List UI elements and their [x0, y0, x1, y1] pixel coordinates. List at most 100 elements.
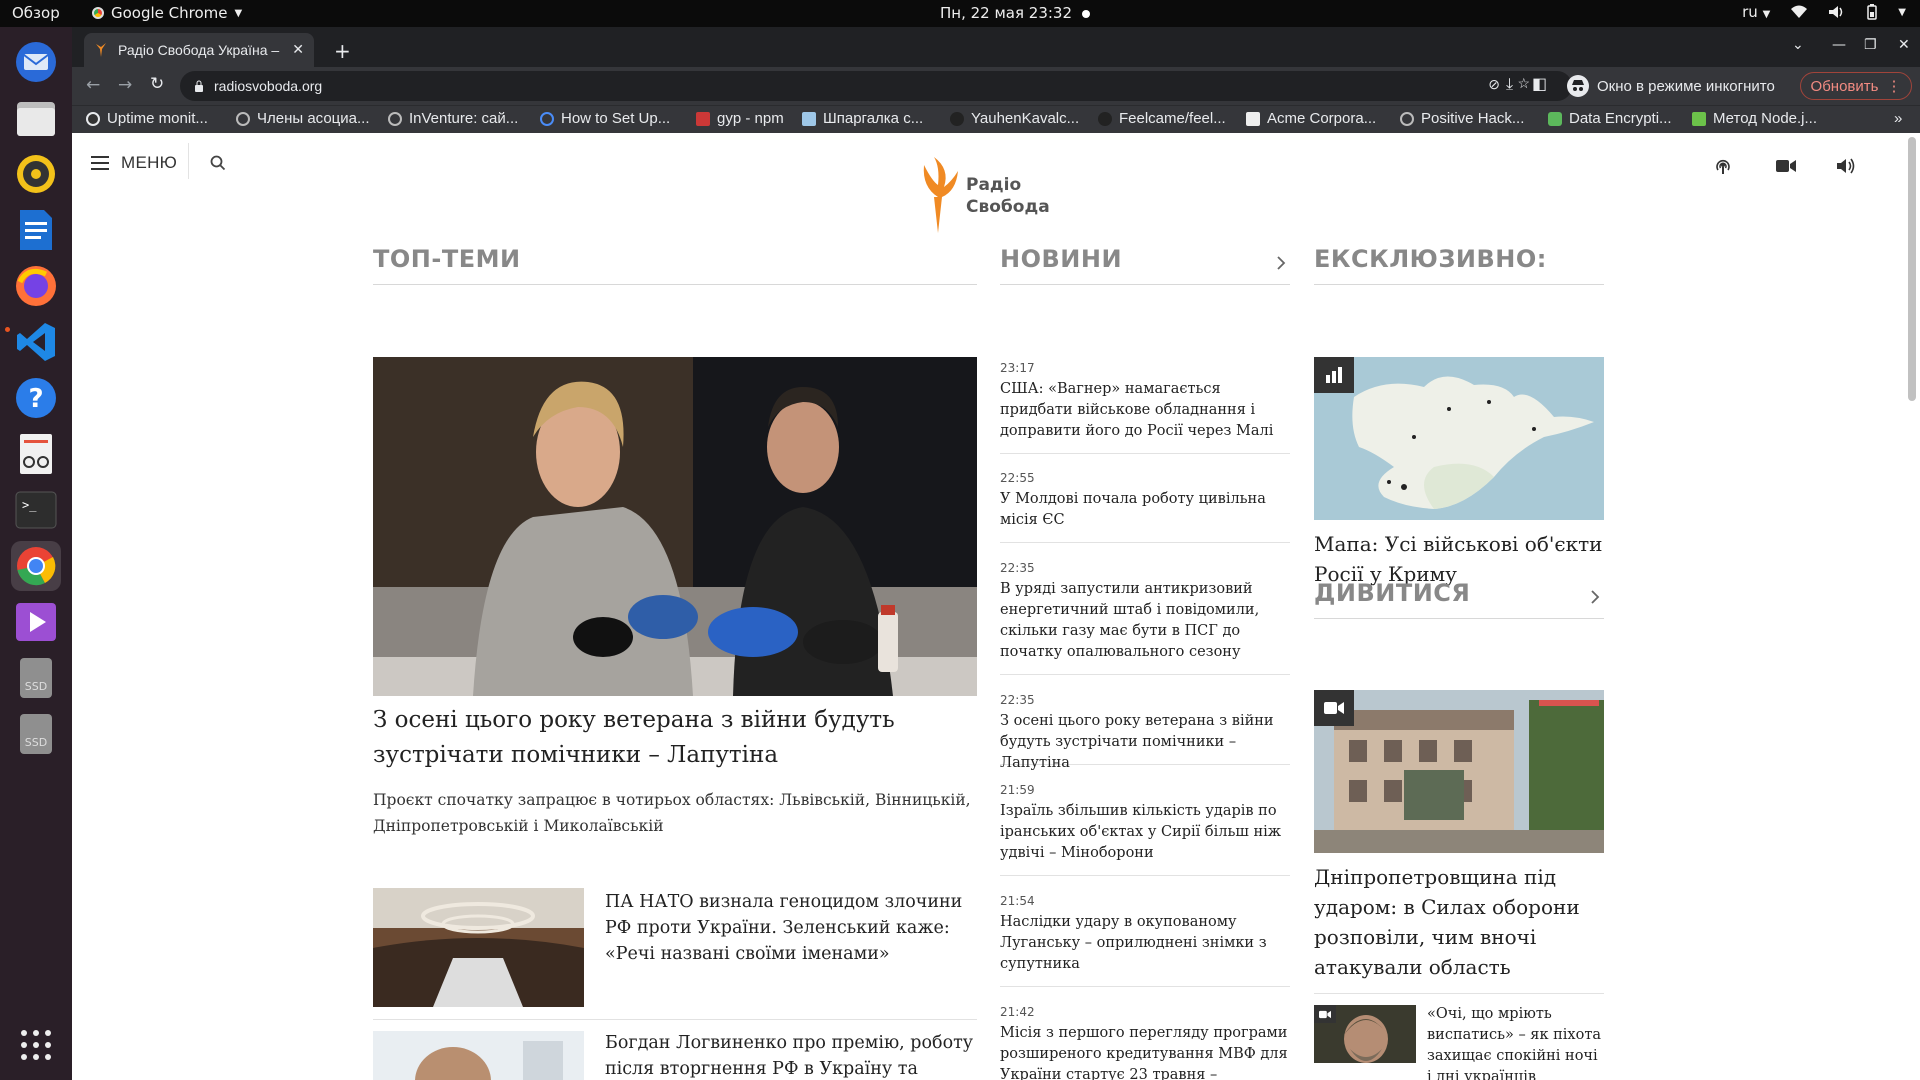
ssd-drive-icon[interactable]: SSD — [11, 653, 61, 703]
news-item[interactable]: 22:35 В уряді запустили антикризовий енер… — [1000, 561, 1290, 675]
site-info-icon — [195, 80, 203, 92]
chrome-icon[interactable] — [11, 541, 61, 591]
address-bar[interactable]: radiosvoboda.org ⊘ ☆ — [180, 71, 1572, 101]
tab-search-chevron-icon[interactable]: ⌄ — [1792, 37, 1804, 53]
lead-story-image[interactable] — [373, 357, 977, 696]
reader-icon[interactable] — [11, 429, 61, 479]
section-heading[interactable]: ДИВИТИСЯ — [1314, 579, 1604, 619]
story-thumbnail[interactable] — [373, 888, 584, 1007]
reload-icon[interactable]: ↻ — [150, 74, 164, 94]
chevron-right-icon[interactable] — [1590, 589, 1600, 605]
site-logo[interactable]: Радіо Свобода — [920, 157, 1050, 235]
tracking-blocked-icon[interactable]: ⊘ — [1488, 76, 1500, 93]
bookmark-item[interactable]: Шпаргалка с... — [802, 110, 923, 127]
search-icon[interactable] — [210, 155, 226, 171]
menu-button[interactable]: МЕНЮ — [91, 153, 177, 173]
bookmark-item[interactable]: Uptime monit... — [86, 110, 208, 127]
news-item[interactable]: 22:35 З осені цього року ветерана з війни… — [1000, 693, 1290, 771]
bookmark-label: Data Encrypti... — [1569, 110, 1672, 127]
minimize-button[interactable]: — — [1832, 37, 1846, 53]
story-title[interactable]: ПА НАТО визнала геноцидом злочини РФ про… — [605, 889, 977, 967]
video-camera-icon[interactable] — [1776, 159, 1796, 173]
section-heading[interactable]: ЕКСКЛЮЗИВНО: — [1314, 245, 1604, 285]
speaker-icon[interactable] — [1836, 157, 1856, 175]
more-bookmarks-button[interactable]: » — [1894, 110, 1902, 127]
story-thumbnail[interactable] — [373, 1031, 584, 1080]
torch-logo-icon — [923, 157, 958, 233]
forward-icon[interactable]: → — [118, 75, 132, 95]
story-title[interactable]: Богдан Логвиненко про премію, роботу піс… — [605, 1030, 977, 1080]
chevron-right-icon[interactable] — [1276, 255, 1286, 271]
url-text: radiosvoboda.org — [214, 78, 323, 94]
bookmark-item[interactable]: How to Set Up... — [540, 110, 670, 127]
news-item[interactable]: 21:59 Ізраїль збільшив кількість ударів п… — [1000, 783, 1290, 876]
news-title: У Молдові почала роботу цивільна місія Є… — [1000, 491, 1266, 528]
clock[interactable]: Пн, 22 мая 23:32 — [940, 4, 1091, 22]
browser-tab[interactable]: Радіо Свобода Україна – ✕ — [84, 33, 314, 67]
update-button[interactable]: Обновить ⋮ — [1800, 72, 1912, 100]
bookmark-item[interactable]: InVenture: сай... — [388, 110, 518, 127]
language-label: ru — [1742, 3, 1758, 21]
news-item[interactable]: 23:17 США: «Вагнер» намагається придбати … — [1000, 361, 1290, 454]
ssd-drive-icon[interactable]: SSD — [11, 709, 61, 759]
podcast-icon[interactable] — [1714, 157, 1732, 175]
back-icon[interactable]: ← — [86, 75, 100, 95]
watch-title[interactable]: Дніпропетровщина під ударом: в Силах обо… — [1314, 862, 1604, 982]
terminal-icon[interactable]: >_ — [11, 485, 61, 535]
bookmark-label: Positive Hack... — [1421, 110, 1525, 127]
download-icon[interactable]: ⤓ — [1506, 74, 1513, 94]
news-item[interactable]: 21:42 Місія з першого перегляду програми … — [1000, 1005, 1290, 1080]
watch-small-thumbnail[interactable] — [1314, 1005, 1416, 1063]
rhythmbox-icon[interactable] — [11, 149, 61, 199]
help-icon[interactable]: ? — [11, 373, 61, 423]
power-menu-chevron-icon[interactable]: ▼ — [1898, 7, 1906, 18]
bookmark-star-icon[interactable]: ☆ — [1517, 75, 1530, 92]
logo-line: Радіо — [966, 175, 1022, 195]
section-heading[interactable]: ТОП-ТЕМИ — [373, 245, 977, 285]
media-player-icon[interactable] — [11, 597, 61, 647]
app-menu[interactable]: Google Chrome ▼ — [92, 4, 242, 22]
bookmark-favicon-icon — [540, 111, 554, 126]
close-window-button[interactable]: ✕ — [1898, 37, 1910, 53]
exclusive-map-image[interactable] — [1314, 357, 1604, 520]
bookmark-item[interactable]: Члены асоциа... — [236, 110, 370, 127]
maximize-button[interactable]: ❐ — [1864, 37, 1877, 53]
bookmark-item[interactable]: gyp - npm — [696, 110, 784, 127]
watch-video-thumbnail[interactable] — [1314, 690, 1604, 853]
more-bookmarks-label: » — [1894, 110, 1903, 127]
ssd-label: SSD — [25, 736, 47, 749]
bookmark-item[interactable]: YauhenKavalc... — [950, 110, 1079, 127]
language-indicator[interactable]: ru ▼ — [1742, 3, 1770, 21]
news-item[interactable]: 21:54 Наслідки удару в окупованому Луганс… — [1000, 894, 1290, 987]
more-menu-icon[interactable]: ⋮ — [1886, 77, 1901, 95]
news-title: Місія з першого перегляду програми розши… — [1000, 1025, 1288, 1080]
section-heading[interactable]: НОВИНИ — [1000, 245, 1290, 285]
video-badge — [1314, 1005, 1336, 1023]
lead-story-title[interactable]: З осені цього року ветерана з війни буду… — [373, 703, 977, 773]
app-grid-icon[interactable] — [11, 1020, 61, 1070]
bookmark-item[interactable]: Feelcame/feel... — [1098, 110, 1226, 127]
close-tab-icon[interactable]: ✕ — [292, 42, 304, 58]
bookmark-item[interactable]: Positive Hack... — [1400, 110, 1524, 127]
bookmark-item[interactable]: Метод Node.j... — [1692, 110, 1817, 127]
system-tray[interactable]: ru ▼ ▼ — [1742, 3, 1906, 21]
site-favicon-icon — [96, 43, 106, 57]
bookmark-item[interactable]: Acme Corpora... — [1246, 110, 1376, 127]
firefox-icon[interactable] — [11, 261, 61, 311]
files-icon[interactable] — [11, 93, 61, 143]
thunderbird-icon[interactable] — [11, 37, 61, 87]
page-scrollbar[interactable] — [1908, 137, 1916, 401]
side-panel-icon[interactable]: ◧ — [1532, 74, 1547, 93]
new-tab-button[interactable]: + — [334, 39, 351, 63]
incognito-indicator[interactable]: Окно в режиме инкогнито — [1567, 71, 1775, 101]
bookmark-label: Acme Corpora... — [1267, 110, 1377, 127]
bookmark-label: Члены асоциа... — [257, 110, 370, 127]
bookmark-item[interactable]: Data Encrypti... — [1548, 110, 1672, 127]
activities-button[interactable]: Обзор — [12, 4, 60, 22]
video-camera-icon — [1324, 702, 1344, 714]
vscode-icon[interactable] — [11, 317, 61, 367]
writer-icon[interactable] — [11, 205, 61, 255]
watch-small-title[interactable]: «Очі, що мріють виспатись» – як піхота з… — [1427, 1004, 1604, 1080]
news-item[interactable]: 22:55 У Молдові почала роботу цивільна мі… — [1000, 471, 1290, 543]
news-time: 22:35 — [1000, 693, 1035, 707]
